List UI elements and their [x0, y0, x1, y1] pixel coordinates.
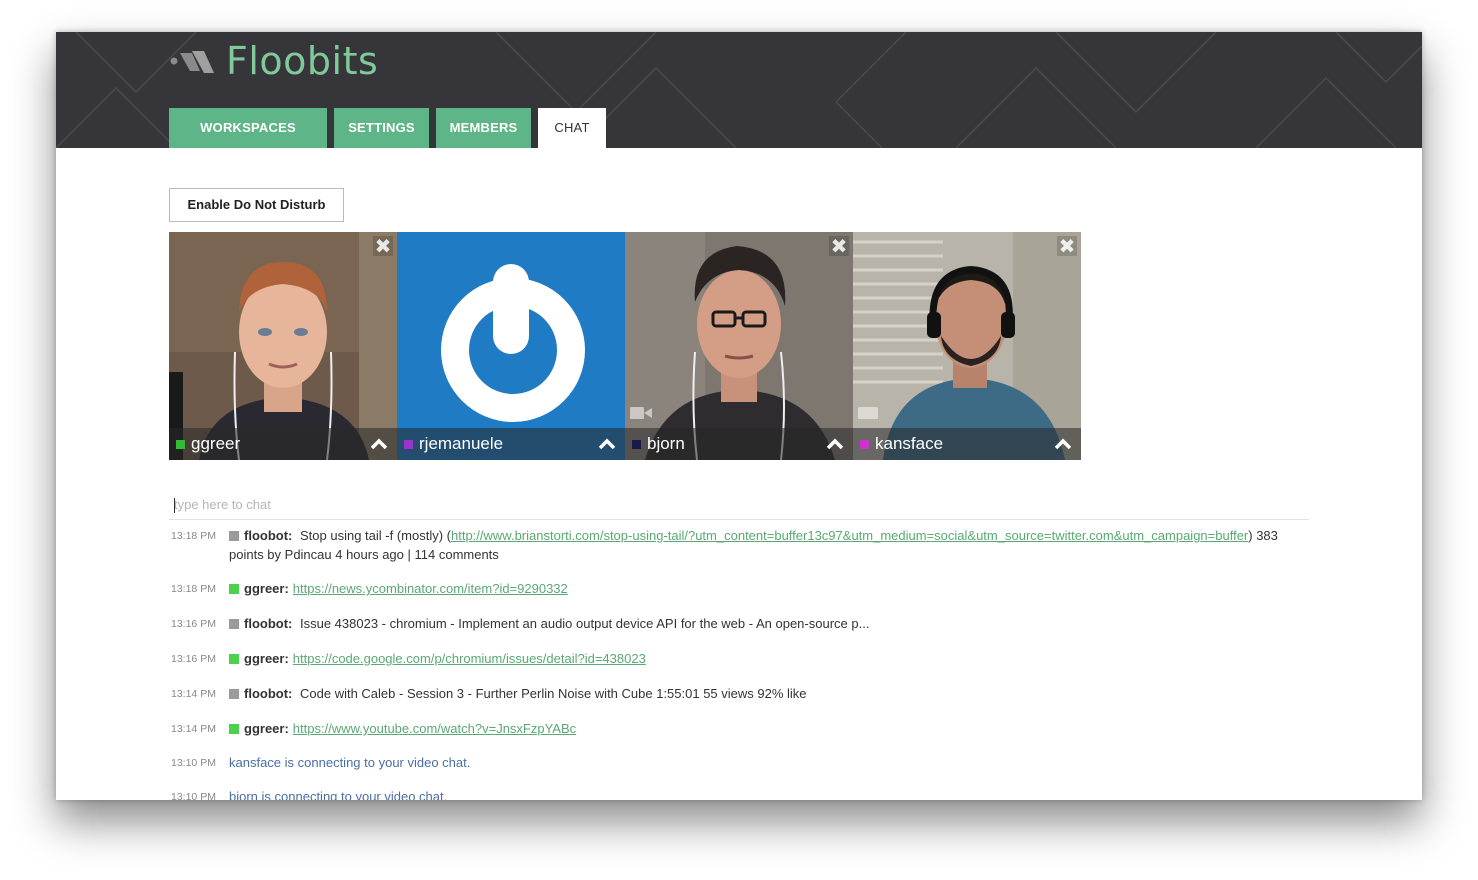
- video-label-bar: ggreer: [169, 428, 397, 460]
- user-color-swatch: [176, 439, 185, 449]
- user-color-swatch: [229, 531, 239, 541]
- message-user: ggreer:: [244, 651, 289, 666]
- message-user: floobot:: [244, 528, 293, 543]
- video-username: ggreer: [191, 434, 241, 453]
- video-label-bar: rjemanuele: [397, 428, 625, 460]
- gravatar-placeholder-image: [397, 232, 625, 460]
- user-color-swatch: [229, 654, 239, 664]
- tab-workspaces[interactable]: WORKSPACES: [169, 108, 327, 148]
- video-username: kansface: [875, 434, 944, 453]
- user-color-swatch: [632, 439, 641, 449]
- video-tile-bjorn[interactable]: ✖ bjorn: [625, 232, 853, 460]
- chat-input[interactable]: [169, 490, 1309, 520]
- video-username: bjorn: [647, 434, 685, 453]
- message-body: ggreer: https://code.google.com/p/chromiu…: [229, 649, 1309, 668]
- video-strip: ✖ ggreer rjemanuele ✖ bjorn ✖ kansface: [169, 232, 1081, 460]
- user-color-swatch: [229, 689, 239, 699]
- message-body: floobot: Issue 438023 - chromium - Imple…: [229, 614, 1309, 633]
- message-body: floobot: Stop using tail -f (mostly) (ht…: [229, 526, 1309, 564]
- message-user: ggreer:: [244, 581, 289, 596]
- video-username: rjemanuele: [419, 434, 504, 453]
- tab-chat[interactable]: CHAT: [538, 108, 606, 148]
- message-link[interactable]: https://www.youtube.com/watch?v=JnsxFzpY…: [293, 721, 576, 736]
- video-tile-rjemanuele[interactable]: rjemanuele: [397, 232, 625, 460]
- message-time: 13:18 PM: [171, 583, 216, 595]
- message-user: floobot:: [244, 616, 293, 631]
- video-tile-kansface[interactable]: ✖ kansface: [853, 232, 1081, 460]
- message-body: floobot: Code with Caleb - Session 3 - F…: [229, 684, 1309, 703]
- close-icon[interactable]: ✖: [829, 236, 849, 256]
- message-user: ggreer:: [244, 721, 289, 736]
- floobits-logo-icon: [170, 51, 214, 73]
- app-window: Floobits WORKSPACES SETTINGS MEMBERS CHA…: [56, 32, 1422, 800]
- message-body: ggreer: https://news.ycombinator.com/item…: [229, 579, 1309, 598]
- system-message-text: kansface is connecting to your video cha…: [229, 755, 471, 770]
- message-time: 13:10 PM: [171, 791, 216, 800]
- message-text: Issue 438023 - chromium - Implement an a…: [300, 616, 870, 631]
- chevron-up-icon[interactable]: [597, 434, 617, 454]
- tab-members[interactable]: MEMBERS: [436, 108, 531, 148]
- logo[interactable]: Floobits: [168, 36, 378, 86]
- close-icon[interactable]: ✖: [1057, 236, 1077, 256]
- app-name: Floobits: [226, 39, 379, 83]
- message-user: floobot:: [244, 686, 293, 701]
- message-time: 13:10 PM: [171, 757, 216, 769]
- message-body: kansface is connecting to your video cha…: [229, 753, 1309, 772]
- user-color-swatch: [860, 439, 869, 449]
- message-body: ggreer: https://www.youtube.com/watch?v=J…: [229, 719, 1309, 738]
- video-feed-image: [625, 232, 853, 460]
- message-time: 13:16 PM: [171, 653, 216, 665]
- video-tile-ggreer[interactable]: ✖ ggreer: [169, 232, 397, 460]
- message-text: Stop using tail -f (mostly) (: [300, 528, 451, 543]
- message-time: 13:14 PM: [171, 723, 216, 735]
- message-time: 13:14 PM: [171, 688, 216, 700]
- chevron-up-icon[interactable]: [825, 434, 845, 454]
- chevron-up-icon[interactable]: [369, 434, 389, 454]
- message-link[interactable]: https://code.google.com/p/chromium/issue…: [293, 651, 646, 666]
- user-color-swatch: [404, 439, 413, 449]
- video-label-bar: bjorn: [625, 428, 853, 460]
- user-color-swatch: [229, 584, 239, 594]
- message-time: 13:16 PM: [171, 618, 216, 630]
- message-link[interactable]: http://www.brianstorti.com/stop-using-ta…: [451, 528, 1248, 543]
- tab-settings[interactable]: SETTINGS: [334, 108, 429, 148]
- video-feed-image: [853, 232, 1081, 460]
- message-body: bjorn is connecting to your video chat.: [229, 787, 1309, 800]
- video-feed-image: [169, 232, 397, 460]
- system-message-text: bjorn is connecting to your video chat.: [229, 789, 448, 800]
- user-color-swatch: [229, 724, 239, 734]
- chevron-up-icon[interactable]: [1053, 434, 1073, 454]
- camera-off-icon[interactable]: [857, 404, 881, 422]
- message-time: 13:18 PM: [171, 530, 216, 542]
- user-color-swatch: [229, 619, 239, 629]
- tab-bar: WORKSPACES SETTINGS MEMBERS CHAT: [169, 108, 613, 148]
- header: Floobits WORKSPACES SETTINGS MEMBERS CHA…: [56, 32, 1422, 148]
- text-caret: [174, 498, 175, 513]
- message-text: Code with Caleb - Session 3 - Further Pe…: [300, 686, 807, 701]
- do-not-disturb-button[interactable]: Enable Do Not Disturb: [169, 188, 344, 222]
- video-label-bar: kansface: [853, 428, 1081, 460]
- message-link[interactable]: https://news.ycombinator.com/item?id=929…: [293, 581, 568, 596]
- camera-icon[interactable]: [629, 404, 653, 422]
- close-icon[interactable]: ✖: [373, 236, 393, 256]
